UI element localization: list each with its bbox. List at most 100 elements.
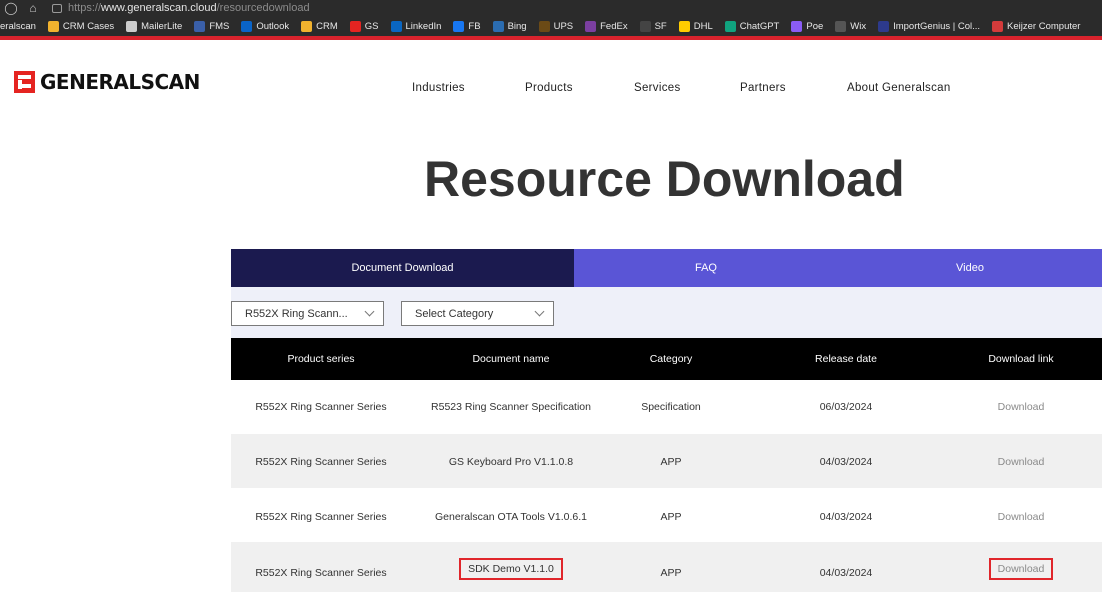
header-accent-bar bbox=[0, 36, 1102, 40]
bookmark-item[interactable]: LinkedIn bbox=[390, 20, 442, 32]
nav-partners[interactable]: Partners bbox=[740, 82, 786, 94]
bookmark-item[interactable]: GS bbox=[349, 20, 379, 32]
table-row: R552X Ring Scanner Series Generalscan OT… bbox=[231, 488, 1102, 542]
bookmark-label: Outlook bbox=[256, 20, 290, 32]
home-icon[interactable]: ⌂ bbox=[22, 1, 44, 15]
address-bar[interactable]: https://www.generalscan.cloud/resourcedo… bbox=[52, 2, 310, 14]
bookmark-label: eralscan bbox=[0, 20, 36, 32]
bookmark-item[interactable]: SF bbox=[639, 20, 667, 32]
download-link[interactable]: Download bbox=[936, 511, 1102, 523]
bookmark-label: FedEx bbox=[600, 20, 628, 32]
bookmark-item[interactable]: FB bbox=[453, 20, 481, 32]
cell-document-name: SDK Demo V1.1.0 bbox=[411, 558, 611, 580]
cell-document-name: GS Keyboard Pro V1.1.0.8 bbox=[448, 456, 574, 468]
generalscan-logo[interactable]: GENERALSCAN bbox=[14, 70, 200, 94]
bookmark-label: Poe bbox=[806, 20, 824, 32]
nav-services[interactable]: Services bbox=[634, 82, 681, 94]
bookmark-label: CRM bbox=[316, 20, 338, 32]
filter-bar: R552X Ring Scann... Select Category bbox=[231, 287, 1102, 338]
sf-icon bbox=[639, 20, 651, 32]
highlighted-document-name: SDK Demo V1.1.0 bbox=[459, 558, 563, 580]
bookmark-label: SF bbox=[654, 20, 667, 32]
download-link[interactable]: Download bbox=[936, 456, 1102, 468]
bookmark-label: FMS bbox=[209, 20, 230, 32]
bookmark-label: Wix bbox=[850, 20, 867, 32]
url-text: https://www.generalscan.cloud/resourcedo… bbox=[68, 2, 310, 14]
cell-document-name: R5523 Ring Scanner Specification bbox=[431, 401, 591, 413]
nav-industries[interactable]: Industries bbox=[412, 82, 465, 94]
cell-category: APP bbox=[660, 456, 682, 468]
chevron-down-icon bbox=[364, 306, 375, 317]
bookmark-label: GS bbox=[364, 20, 379, 32]
download-link[interactable]: Download bbox=[988, 558, 1054, 580]
cell-release-date: 06/03/2024 bbox=[819, 401, 873, 413]
bookmark-label: Bing bbox=[507, 20, 527, 32]
windows-icon bbox=[47, 20, 59, 32]
nav-about[interactable]: About Generalscan bbox=[847, 82, 951, 94]
cell-series: R552X Ring Scanner Series bbox=[255, 567, 387, 579]
tab-faq[interactable]: FAQ bbox=[574, 249, 838, 287]
bookmark-item[interactable]: MailerLite bbox=[126, 20, 183, 32]
gs-icon bbox=[349, 20, 361, 32]
tab-document-download[interactable]: Document Download bbox=[231, 249, 574, 287]
bookmark-item[interactable]: Outlook bbox=[241, 20, 290, 32]
bookmark-label: UPS bbox=[553, 20, 574, 32]
chevron-down-icon bbox=[534, 306, 545, 317]
cell-release-date: 04/03/2024 bbox=[819, 567, 873, 579]
fedex-icon bbox=[585, 20, 597, 32]
k-icon bbox=[992, 20, 1004, 32]
category-select[interactable]: Select Category bbox=[401, 301, 554, 326]
product-series-select[interactable]: R552X Ring Scann... bbox=[231, 301, 384, 326]
header-product-series: Product series bbox=[287, 353, 355, 365]
bookmark-label: ImportGenius | Col... bbox=[893, 20, 981, 32]
category-value: Select Category bbox=[415, 307, 494, 320]
bookmarks-bar: eralscan CRM Cases MailerLite FMS Outlook CRM… bbox=[0, 16, 1102, 36]
table-row: R552X Ring Scanner Series GS Keyboard Pr… bbox=[231, 434, 1102, 488]
bookmark-label: MailerLite bbox=[141, 20, 183, 32]
page-icon bbox=[126, 20, 138, 32]
table-row: R552X Ring Scanner Series SDK Demo V1.1.… bbox=[231, 542, 1102, 592]
linkedin-icon bbox=[390, 20, 402, 32]
wix-icon bbox=[835, 20, 847, 32]
table-header: Product series Document name Category Re… bbox=[231, 338, 1102, 380]
bookmark-item[interactable]: Poe bbox=[791, 20, 824, 32]
bookmark-item[interactable]: CRM bbox=[301, 20, 338, 32]
chatgpt-icon bbox=[724, 20, 736, 32]
cell-document-name: Generalscan OTA Tools V1.0.6.1 bbox=[435, 511, 587, 523]
product-series-value: R552X Ring Scann... bbox=[245, 307, 348, 320]
cell-category: Specification bbox=[641, 401, 701, 413]
bookmark-item[interactable]: eralscan bbox=[0, 21, 36, 32]
download-link-cell: Download bbox=[936, 558, 1102, 580]
reload-icon[interactable]: ◯ bbox=[0, 1, 22, 15]
bookmark-item[interactable]: FMS bbox=[194, 20, 230, 32]
bookmark-item[interactable]: ImportGenius | Col... bbox=[878, 20, 981, 32]
logo-mark-icon bbox=[14, 71, 35, 93]
bookmark-item[interactable]: Keijzer Computer bbox=[992, 20, 1081, 32]
bookmark-label: LinkedIn bbox=[405, 20, 442, 32]
cell-release-date: 04/03/2024 bbox=[819, 511, 873, 523]
bookmark-item[interactable]: Wix bbox=[835, 20, 867, 32]
cell-series: R552X Ring Scanner Series bbox=[255, 401, 387, 413]
header-release-date: Release date bbox=[815, 353, 877, 365]
site-info-icon[interactable] bbox=[52, 3, 62, 13]
bookmark-item[interactable]: Bing bbox=[492, 20, 527, 32]
bookmark-label: ChatGPT bbox=[739, 20, 780, 32]
facebook-icon bbox=[453, 20, 465, 32]
nav-products[interactable]: Products bbox=[525, 82, 573, 94]
page-title: Resource Download bbox=[424, 151, 905, 207]
outlook-icon bbox=[241, 20, 253, 32]
bookmark-label: Keijzer Computer bbox=[1007, 20, 1081, 32]
logo-text: GENERALSCAN bbox=[40, 70, 200, 94]
cell-release-date: 04/03/2024 bbox=[819, 456, 873, 468]
bookmark-item[interactable]: FedEx bbox=[585, 20, 628, 32]
bookmark-item[interactable]: UPS bbox=[538, 20, 574, 32]
bing-icon bbox=[492, 20, 504, 32]
bookmark-item[interactable]: CRM Cases bbox=[47, 20, 114, 32]
browser-toolbar: ◯ ⌂ https://www.generalscan.cloud/resour… bbox=[0, 0, 1102, 16]
resource-tabs: Document Download FAQ Video bbox=[231, 249, 1102, 287]
download-link[interactable]: Download bbox=[936, 401, 1102, 413]
bookmark-item[interactable]: DHL bbox=[678, 20, 713, 32]
tab-video[interactable]: Video bbox=[838, 249, 1102, 287]
bookmark-item[interactable]: ChatGPT bbox=[724, 20, 780, 32]
dhl-icon bbox=[678, 20, 690, 32]
